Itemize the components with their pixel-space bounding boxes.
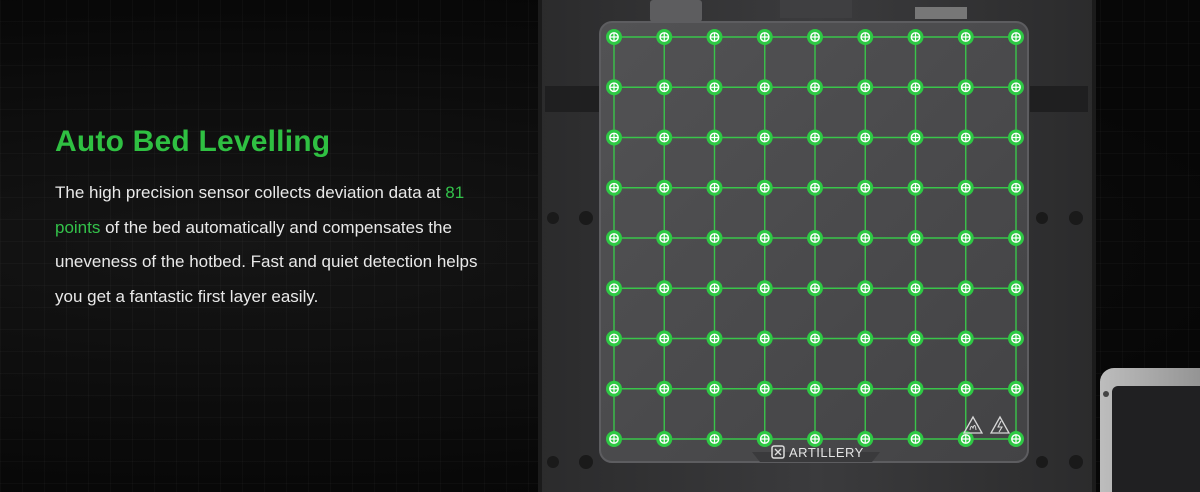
leveling-point xyxy=(907,29,924,45)
leveling-point xyxy=(606,179,622,196)
leveling-point xyxy=(606,330,622,347)
leveling-point xyxy=(857,330,874,347)
leveling-point xyxy=(656,179,673,196)
leveling-point xyxy=(706,29,723,45)
leveling-point xyxy=(907,179,924,196)
feature-copy: Auto Bed Levelling The high precision se… xyxy=(55,124,485,331)
leveling-point xyxy=(857,380,874,397)
leveling-point xyxy=(656,79,673,96)
leveling-point xyxy=(907,79,924,96)
leveling-point xyxy=(606,230,622,246)
leveling-point xyxy=(857,129,874,146)
leveling-point xyxy=(656,230,673,246)
description-part: of the bed automatically and compensates… xyxy=(55,217,478,306)
leveling-point xyxy=(706,380,723,397)
leveling-point xyxy=(756,29,773,45)
leveling-point xyxy=(957,179,974,196)
feature-title: Auto Bed Levelling xyxy=(55,125,331,158)
leveling-point xyxy=(807,179,823,196)
leveling-point xyxy=(957,280,974,297)
leveling-point xyxy=(1008,29,1024,45)
leveling-point xyxy=(857,29,874,45)
leveling-point xyxy=(606,280,622,297)
leveling-point xyxy=(606,79,622,96)
leveling-point xyxy=(807,380,823,397)
leveling-point xyxy=(957,79,974,96)
leveling-point xyxy=(606,29,622,45)
leveling-point xyxy=(907,230,924,246)
leveling-point xyxy=(957,129,974,146)
leveling-point xyxy=(957,29,974,45)
leveling-point xyxy=(1008,179,1024,196)
bolt xyxy=(547,212,559,224)
leveling-point xyxy=(907,280,924,297)
leveling-point xyxy=(807,79,823,96)
leveling-point xyxy=(706,230,723,246)
leveling-point xyxy=(756,330,773,347)
leveling-point xyxy=(706,79,723,96)
leveling-point xyxy=(1008,79,1024,96)
leveling-point xyxy=(857,280,874,297)
leveling-point xyxy=(756,380,773,397)
leveling-point xyxy=(1008,380,1024,397)
description-part: The high precision sensor collects devia… xyxy=(55,183,446,202)
leveling-point xyxy=(656,129,673,146)
leveling-point xyxy=(807,330,823,347)
leveling-point xyxy=(907,431,924,447)
leveling-point xyxy=(807,129,823,146)
leveling-point xyxy=(1008,230,1024,246)
leveling-point xyxy=(656,280,673,297)
leveling-point xyxy=(656,330,673,347)
control-screen xyxy=(1100,368,1200,492)
leveling-point xyxy=(706,431,723,447)
leveling-point xyxy=(807,280,823,297)
leveling-point xyxy=(907,129,924,146)
leveling-point xyxy=(756,179,773,196)
leveling-points xyxy=(606,29,1024,447)
leveling-point xyxy=(656,29,673,45)
leveling-point xyxy=(807,29,823,45)
leveling-point xyxy=(756,79,773,96)
leveling-point xyxy=(1008,431,1024,447)
leveling-point xyxy=(756,280,773,297)
banner: ARTILLERY Auto Bed Levelling The high pr… xyxy=(0,0,1200,492)
leveling-point xyxy=(756,129,773,146)
leveling-point xyxy=(957,330,974,347)
leveling-point xyxy=(957,380,974,397)
leveling-point xyxy=(857,79,874,96)
leveling-point xyxy=(756,431,773,447)
leveling-point xyxy=(907,380,924,397)
leveling-point xyxy=(857,230,874,246)
leveling-point xyxy=(706,330,723,347)
brand-name: ARTILLERY xyxy=(789,445,864,460)
leveling-point xyxy=(606,431,622,447)
leveling-point xyxy=(756,230,773,246)
leveling-point xyxy=(606,380,622,397)
leveling-point xyxy=(706,179,723,196)
leveling-point xyxy=(1008,280,1024,297)
leveling-point xyxy=(1008,330,1024,347)
leveling-point xyxy=(706,129,723,146)
leveling-point xyxy=(706,280,723,297)
leveling-point xyxy=(807,230,823,246)
leveling-point xyxy=(656,380,673,397)
leveling-point xyxy=(907,330,924,347)
leveling-point xyxy=(1008,129,1024,146)
leveling-point xyxy=(957,230,974,246)
leveling-point xyxy=(656,431,673,447)
feature-description: The high precision sensor collects devia… xyxy=(55,176,485,314)
leveling-point xyxy=(606,129,622,146)
leveling-point xyxy=(857,179,874,196)
